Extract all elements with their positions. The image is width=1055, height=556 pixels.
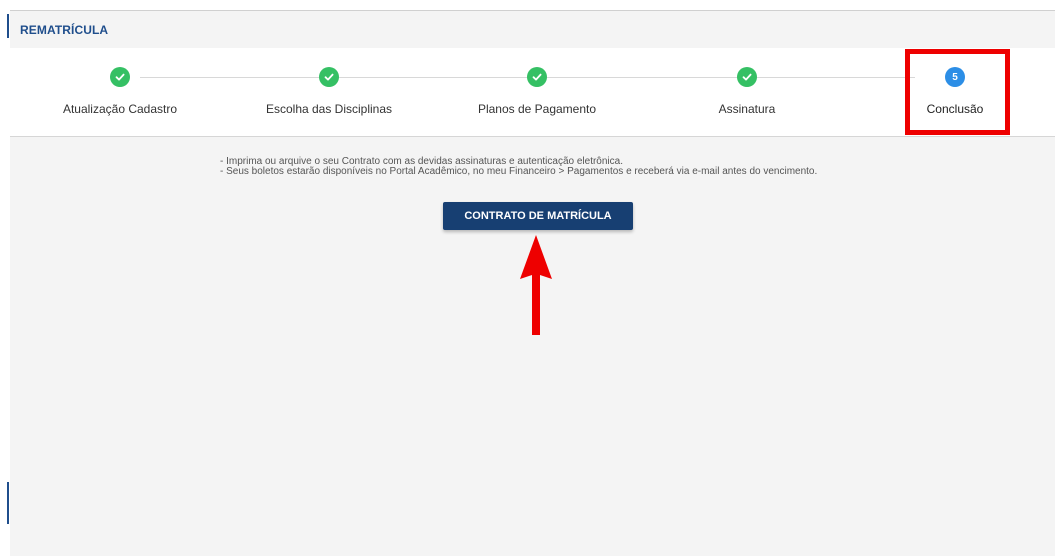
rail-indicator xyxy=(7,482,9,524)
arrow-up-icon xyxy=(520,235,552,335)
step-planos-pagamento: Planos de Pagamento xyxy=(437,48,637,136)
check-circle-icon xyxy=(319,67,339,87)
page-title: REMATRÍCULA xyxy=(20,23,109,37)
instructions-text: - Imprima ou arquive o seu Contrato com … xyxy=(220,157,817,177)
contrato-matricula-button[interactable]: CONTRATO DE MATRÍCULA xyxy=(443,202,633,230)
rail-indicator xyxy=(7,14,9,38)
check-circle-icon xyxy=(110,67,130,87)
step-label: Planos de Pagamento xyxy=(477,102,597,116)
step-assinatura: Assinatura xyxy=(647,48,847,136)
step-label: Escolha das Disciplinas xyxy=(265,102,393,116)
step-label: Assinatura xyxy=(718,102,776,116)
step-label: Atualização Cadastro xyxy=(62,102,178,116)
page-header: REMATRÍCULA xyxy=(10,10,1055,49)
main-content: - Imprima ou arquive o seu Contrato com … xyxy=(10,137,1055,556)
annotation-highlight-box xyxy=(905,49,1010,135)
instruction-line: - Seus boletos estarão disponíveis no Po… xyxy=(220,166,818,177)
step-atualizacao-cadastro: Atualização Cadastro xyxy=(20,48,220,136)
check-circle-icon xyxy=(527,67,547,87)
check-circle-icon xyxy=(737,67,757,87)
left-rail xyxy=(0,0,10,556)
progress-stepper: Atualização Cadastro Escolha das Discipl… xyxy=(10,48,1055,137)
step-escolha-disciplinas: Escolha das Disciplinas xyxy=(229,48,429,136)
